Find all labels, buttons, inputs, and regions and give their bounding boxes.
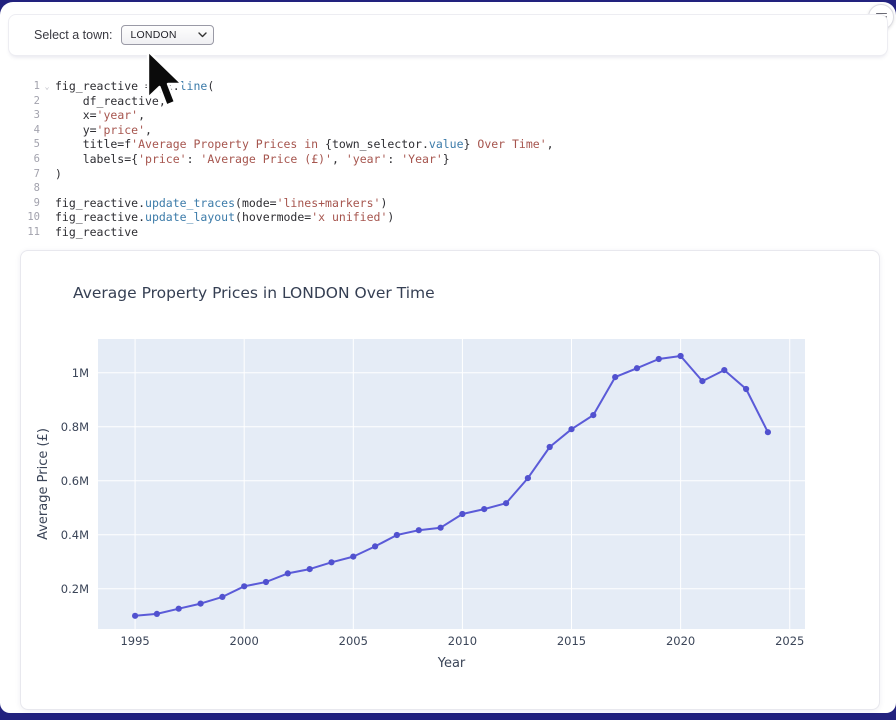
line-number: 9 (0, 196, 40, 211)
svg-text:0.2M: 0.2M (61, 582, 89, 596)
code-text: ) (54, 167, 62, 182)
code-text: fig_reactive.update_traces(mode='lines+m… (54, 196, 387, 211)
line-number: 2 (0, 94, 40, 109)
code-line: 2 df_reactive, (0, 94, 886, 109)
fold-spacer (40, 210, 54, 225)
fold-spacer (40, 167, 54, 182)
svg-text:0.4M: 0.4M (61, 528, 89, 542)
code-text: labels={'price': 'Average Price (£)', 'y… (54, 152, 450, 167)
code-line: 4 y='price', (0, 123, 886, 138)
town-selector-label: Select a town: (34, 28, 113, 42)
line-number: 11 (0, 225, 40, 240)
code-editor[interactable]: 1⌄fig_reactive = px.line(2 df_reactive,3… (0, 79, 886, 240)
notebook-app-card: Select a town: LONDON 1⌄fig_reactive = p… (0, 2, 896, 713)
code-line: 10 fig_reactive.update_layout(hovermode='… (0, 210, 886, 225)
chart-output-cell: 1995 2000 2005 2010 2015 2020 2025 0.2M 0.4M 0.6M… (20, 250, 880, 710)
fold-spacer (40, 196, 54, 211)
svg-text:2005: 2005 (339, 634, 368, 648)
code-line: 11 fig_reactive (0, 225, 886, 240)
property-price-line-chart[interactable]: 1995 2000 2005 2010 2015 2020 2025 0.2M 0.4M 0.6M… (21, 251, 879, 707)
fold-spacer (40, 181, 54, 196)
line-number: 7 (0, 167, 40, 182)
code-text: fig_reactive = px.line( (54, 79, 214, 94)
fold-spacer (40, 94, 54, 109)
svg-text:2025: 2025 (775, 634, 804, 648)
code-line: 6 labels={'price': 'Average Price (£)', … (0, 152, 886, 167)
svg-text:Average Property Prices in LON: Average Property Prices in LONDON Over T… (73, 284, 435, 302)
code-text: y='price', (54, 123, 152, 138)
line-number: 1 (0, 79, 40, 94)
svg-text:2010: 2010 (448, 634, 477, 648)
svg-text:0.8M: 0.8M (61, 420, 89, 434)
svg-text:Year: Year (437, 656, 466, 671)
svg-text:2000: 2000 (230, 634, 259, 648)
chevron-down-icon (198, 32, 207, 38)
code-text (54, 181, 55, 196)
code-text: x='year', (54, 108, 145, 123)
fold-spacer (40, 123, 54, 138)
line-number: 8 (0, 181, 40, 196)
code-text: title=f'Average Property Prices in {town… (54, 137, 554, 152)
town-selector-cell: Select a town: LONDON (8, 14, 888, 56)
fold-spacer (40, 225, 54, 240)
svg-text:1995: 1995 (120, 634, 149, 648)
svg-text:1M: 1M (72, 366, 89, 380)
svg-text:Average Price (£): Average Price (£) (36, 428, 51, 540)
code-text: df_reactive, (54, 94, 166, 109)
code-line: 7) (0, 167, 886, 182)
code-line: 1⌄fig_reactive = px.line( (0, 79, 886, 94)
code-line: 3 x='year', (0, 108, 886, 123)
fold-spacer (40, 152, 54, 167)
line-number: 4 (0, 123, 40, 138)
line-number: 6 (0, 152, 40, 167)
code-text: fig_reactive (54, 225, 138, 240)
code-line: 5 title=f'Average Property Prices in {to… (0, 137, 886, 152)
code-line: 8 (0, 181, 886, 196)
svg-text:2020: 2020 (666, 634, 695, 648)
line-number: 10 (0, 210, 40, 225)
code-text: fig_reactive.update_layout(hovermode='x … (54, 210, 394, 225)
town-dropdown-value: LONDON (131, 29, 177, 41)
fold-spacer (40, 108, 54, 123)
svg-text:2015: 2015 (557, 634, 586, 648)
svg-text:0.6M: 0.6M (61, 474, 89, 488)
line-number: 5 (0, 137, 40, 152)
fold-spacer (40, 137, 54, 152)
town-dropdown[interactable]: LONDON (121, 25, 214, 45)
fold-chevron-icon[interactable]: ⌄ (40, 79, 54, 94)
line-number: 3 (0, 108, 40, 123)
code-line: 9 fig_reactive.update_traces(mode='lines+… (0, 196, 886, 211)
